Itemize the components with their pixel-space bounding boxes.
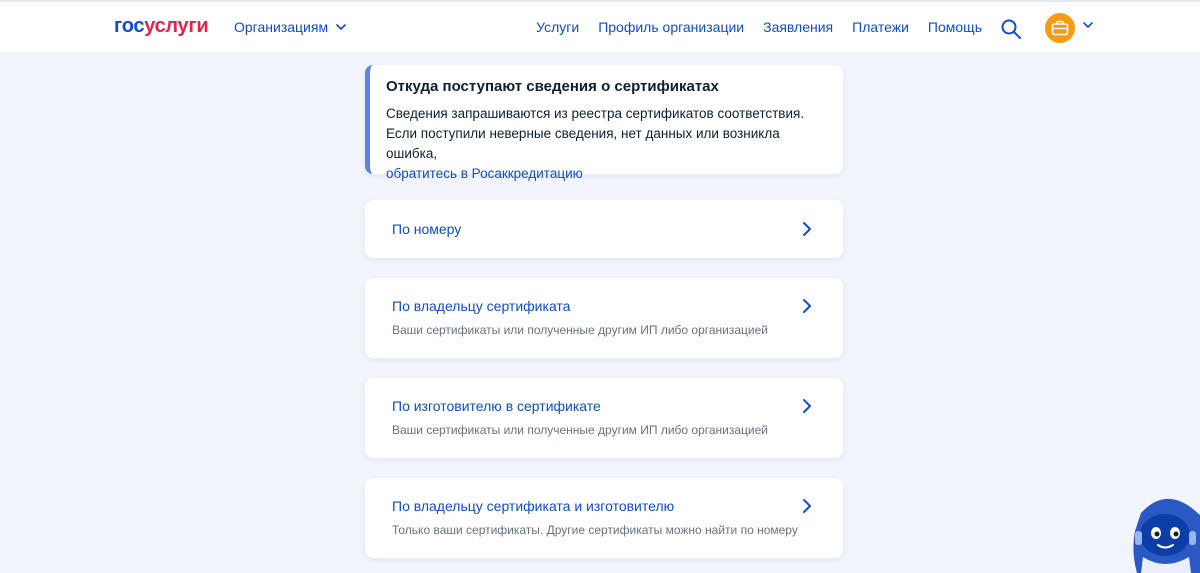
chevron-right-icon (803, 299, 811, 313)
logo-text-part1: гос (114, 15, 145, 37)
chevron-right-icon (803, 499, 811, 513)
gosuslugi-logo[interactable]: госуслуги (114, 15, 209, 38)
option-title: По номеру (392, 221, 462, 237)
logo-text-part2: услуги (144, 15, 209, 37)
option-title: По владельцу сертификата (392, 298, 571, 314)
certificate-info-card: Откуда поступают сведения о сертификатах… (365, 65, 843, 181)
option-by-owner-and-manufacturer[interactable]: По владельцу сертификата и изготовителю … (365, 478, 843, 558)
info-card-body: Сведения запрашиваются из реестра сертиф… (386, 106, 805, 161)
chevron-right-icon (803, 222, 811, 236)
search-icon[interactable] (1000, 18, 1022, 40)
rosaccreditation-link[interactable]: обратитесь в Росаккредитацию (386, 166, 583, 181)
organizations-menu[interactable]: Организациям (234, 19, 346, 35)
option-title: По изготовителю в сертификате (392, 398, 601, 414)
option-subtitle: Ваши сертификаты или полученные другим И… (392, 423, 769, 437)
account-avatar[interactable] (1045, 13, 1075, 43)
nav-help[interactable]: Помощь (928, 19, 982, 35)
info-card-text: Сведения запрашиваются из реестра сертиф… (386, 104, 827, 184)
info-card-title: Откуда поступают сведения о сертификатах (386, 78, 719, 95)
option-by-number[interactable]: По номеру (365, 200, 843, 258)
robot-assistant-icon[interactable] (1131, 491, 1200, 573)
chevron-down-icon[interactable] (1083, 22, 1093, 28)
nav-services[interactable]: Услуги (536, 19, 579, 35)
nav-org-profile[interactable]: Профиль организации (598, 19, 744, 35)
top-header: госуслуги Организациям Услуги Профиль ор… (0, 0, 1200, 52)
briefcase-icon (1051, 20, 1069, 36)
option-subtitle: Только ваши сертификаты. Другие сертифик… (392, 523, 798, 537)
option-by-manufacturer[interactable]: По изготовителю в сертификате Ваши серти… (365, 378, 843, 458)
option-subtitle: Ваши сертификаты или полученные другим И… (392, 323, 769, 337)
option-by-owner[interactable]: По владельцу сертификата Ваши сертификат… (365, 278, 843, 358)
nav-applications[interactable]: Заявления (763, 19, 833, 35)
chevron-right-icon (803, 399, 811, 413)
main-nav: Услуги Профиль организации Заявления Пла… (536, 19, 982, 35)
organizations-menu-label: Организациям (234, 19, 329, 35)
option-title: По владельцу сертификата и изготовителю (392, 498, 675, 514)
chevron-down-icon (336, 24, 346, 30)
nav-payments[interactable]: Платежи (852, 19, 909, 35)
